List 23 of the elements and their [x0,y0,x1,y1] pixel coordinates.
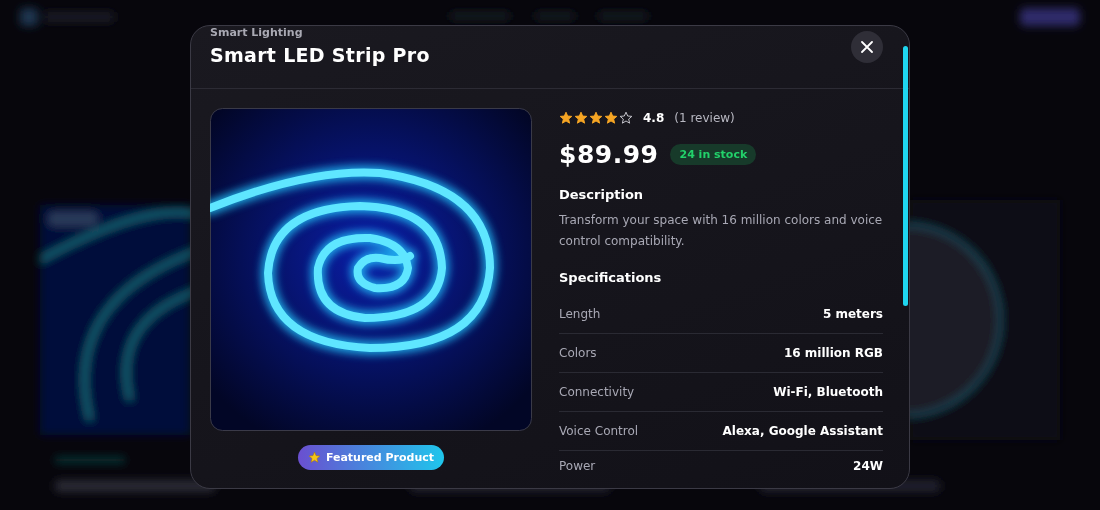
spec-value: Wi-Fi, Bluetooth [773,385,883,399]
spec-value: 24W [853,459,883,473]
product-price: $89.99 [559,140,659,169]
product-title: Smart LED Strip Pro [210,44,430,66]
rating-score: 4.8 [643,111,665,125]
spec-label: Length [559,307,601,321]
spec-value: 5 meters [822,307,883,321]
close-icon [861,41,873,53]
featured-badge: Featured Product [297,445,445,470]
product-description: Transform your space with 16 million colors and voice control compatibility. [559,212,883,250]
spec-value: 16 million RGB [783,346,883,360]
star-icon [307,451,321,464]
section-heading: Description [559,187,644,202]
spec-label: Voice Control [559,424,639,438]
spec-label: Connectivity [559,385,635,399]
section-heading: Specifications [559,270,662,285]
spec-value: Alexa, Google Assistant [722,424,883,438]
spec-label: Colors [559,346,597,360]
stock-badge: 24 in stock [670,144,757,165]
product-category: Smart Lighting [210,26,304,39]
review-count: (1 review) [674,111,735,125]
spec-label: Power [559,459,596,473]
close-button[interactable] [851,31,883,63]
